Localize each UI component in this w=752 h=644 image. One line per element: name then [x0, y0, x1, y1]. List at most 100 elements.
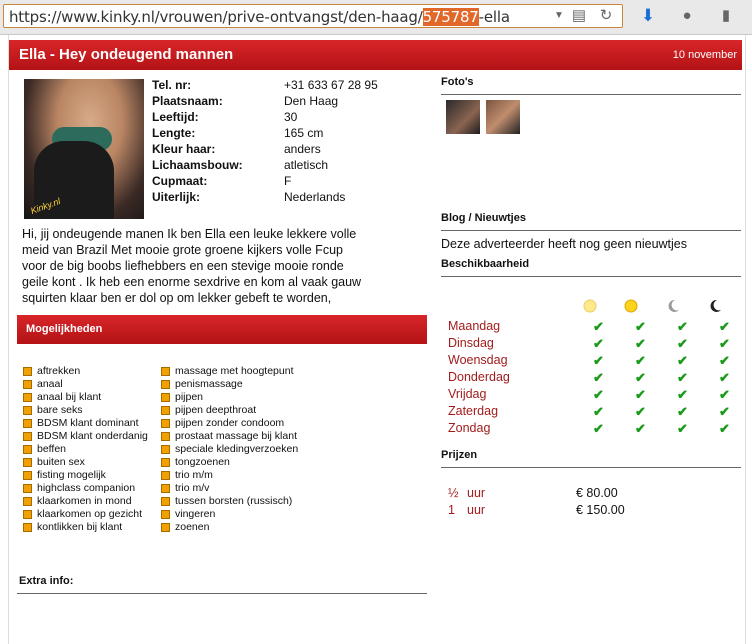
price-amount: € 150.00 [576, 503, 625, 517]
check-icon: ✔ [593, 370, 604, 385]
bullet-icon [161, 405, 170, 415]
mogelijkheid-label: kontlikken bij klant [37, 521, 123, 533]
price-amount: € 80.00 [576, 486, 618, 500]
bullet-icon [161, 379, 170, 389]
bio-line: squirten klaar ben er dol op om lekker g… [22, 291, 332, 305]
spec-row: Lengte: 165 cm [152, 125, 378, 141]
bullet-icon [161, 418, 170, 428]
bullet-icon [23, 457, 32, 467]
extension-icon[interactable]: ● [677, 6, 697, 26]
blog-text: Deze adverteerder heeft nog geen nieuwtj… [441, 237, 687, 251]
night-moon-icon [710, 299, 721, 312]
spec-value: 30 [284, 110, 298, 124]
mogelijkheid-label: BDSM klant dominant [37, 417, 139, 429]
reader-view-icon[interactable]: ▤ [569, 6, 589, 26]
mogelijkheid-label: tongzoenen [175, 456, 230, 468]
mogelijkheid-item: klaarkomen in mond [23, 495, 148, 508]
check-icon: ✔ [677, 353, 688, 368]
mogelijkheid-label: penismassage [175, 378, 243, 390]
divider [441, 467, 741, 468]
availability-day: Dinsdag [448, 336, 494, 350]
ad-title: Ella - Hey ondeugend mannen [19, 46, 234, 63]
spec-label: Lengte: [152, 126, 196, 140]
bio-text: Hi, jij ondeugende manen Ik ben Ella een… [22, 226, 402, 306]
spec-label: Cupmaat: [152, 174, 208, 188]
bullet-icon [161, 366, 170, 376]
download-icon[interactable]: ⬇ [638, 6, 658, 26]
mogelijkheid-item: pijpen zonder condoom [161, 417, 298, 430]
mogelijkheid-label: beffen [37, 443, 67, 455]
bullet-icon [161, 509, 170, 519]
dropdown-arrow-icon[interactable]: ▼ [549, 6, 569, 26]
availability-day: Vrijdag [448, 387, 487, 401]
check-icon: ✔ [593, 353, 604, 368]
divider [441, 94, 741, 95]
photo-thumbnail[interactable] [446, 100, 480, 134]
profile-specs: Tel. nr: +31 633 67 28 95 Plaatsnaam: Den H… [152, 77, 378, 205]
mogelijkheid-item: pijpen [161, 391, 298, 404]
reload-icon[interactable]: ↻ [596, 6, 616, 26]
mogelijkheid-item: kontlikken bij klant [23, 521, 148, 534]
spec-value: Den Haag [284, 94, 339, 108]
check-icon: ✔ [719, 387, 730, 402]
blog-title: Blog / Nieuwtjes [441, 212, 526, 224]
availability-day: Woensdag [448, 353, 508, 367]
morning-sun-icon [583, 299, 597, 313]
prijzen-title: Prijzen [441, 449, 478, 461]
mogelijkheid-label: fisting mogelijk [37, 469, 106, 481]
mogelijkheid-item: prostaat massage bij klant [161, 430, 298, 443]
url-prefix: https://www.kinky.nl/vrouwen/prive-ontva… [9, 8, 423, 26]
divider [441, 230, 741, 231]
browser-toolbar: https://www.kinky.nl/vrouwen/prive-ontva… [0, 0, 752, 35]
mogelijkheid-item: aftrekken [23, 365, 148, 378]
spec-value: 165 cm [284, 126, 324, 140]
bullet-icon [23, 431, 32, 441]
url-text[interactable]: https://www.kinky.nl/vrouwen/prive-ontva… [9, 8, 510, 26]
mogelijkheden-list-2: massage met hoogtepunt penismassage pijpen… [161, 365, 298, 534]
clipboard-icon[interactable]: ▮ [716, 6, 736, 26]
price-unit: uur [467, 503, 486, 517]
mogelijkheden-list-1: aftrekken anaal anaal bij klant bare seks BD… [23, 365, 148, 534]
bullet-icon [23, 405, 32, 415]
mogelijkheid-label: pijpen deepthroat [175, 404, 257, 416]
check-icon: ✔ [677, 336, 688, 351]
mogelijkheid-label: klaarkomen op gezicht [37, 508, 143, 520]
bullet-icon [161, 470, 170, 480]
mogelijkheid-label: speciale kledingverzoeken [175, 443, 299, 455]
spec-value: atletisch [284, 158, 329, 172]
bullet-icon [161, 392, 170, 402]
mogelijkheid-label: buiten sex [37, 456, 85, 468]
mogelijkheid-label: aftrekken [37, 365, 81, 377]
mogelijkheid-label: pijpen zonder condoom [175, 417, 285, 429]
mogelijkheid-item: anaal bij klant [23, 391, 148, 404]
profile-photo[interactable]: Kinky.nl [24, 79, 144, 219]
spec-label: Tel. nr: [152, 78, 192, 92]
bullet-icon [23, 366, 32, 376]
spec-row: Leeftijd: 30 [152, 109, 378, 125]
mogelijkheid-label: zoenen [175, 521, 210, 533]
check-icon: ✔ [677, 387, 688, 402]
mogelijkheid-item: tussen borsten (russisch) [161, 495, 298, 508]
page-content: Ella - Hey ondeugend mannen 10 november … [0, 35, 752, 644]
photo-thumbnail[interactable] [486, 100, 520, 134]
mogelijkheden-header: Mogelijkheden [17, 315, 427, 344]
check-icon: ✔ [719, 353, 730, 368]
mogelijkheid-item: anaal [23, 378, 148, 391]
check-icon: ✔ [635, 336, 646, 351]
ad-date: 10 november [672, 49, 737, 61]
mogelijkheid-item: tongzoenen [161, 456, 298, 469]
spec-row: Cupmaat: F [152, 173, 378, 189]
check-icon: ✔ [593, 404, 604, 419]
mogelijkheid-item: trio m/v [161, 482, 298, 495]
mogelijkheid-item: BDSM klant onderdanig [23, 430, 148, 443]
address-bar[interactable]: https://www.kinky.nl/vrouwen/prive-ontva… [3, 4, 623, 28]
spec-value: F [284, 174, 292, 188]
mogelijkheid-label: trio m/v [175, 482, 210, 494]
bio-line: meid van Brazil Met mooie grote groene k… [22, 243, 343, 257]
fotos-title: Foto's [441, 76, 474, 88]
extra-info-title: Extra info: [19, 575, 74, 587]
bullet-icon [161, 444, 170, 454]
mogelijkheid-item: pijpen deepthroat [161, 404, 298, 417]
beschikbaarheid-title: Beschikbaarheid [441, 258, 530, 270]
bio-line: Hi, jij ondeugende manen Ik ben Ella een… [22, 227, 357, 241]
